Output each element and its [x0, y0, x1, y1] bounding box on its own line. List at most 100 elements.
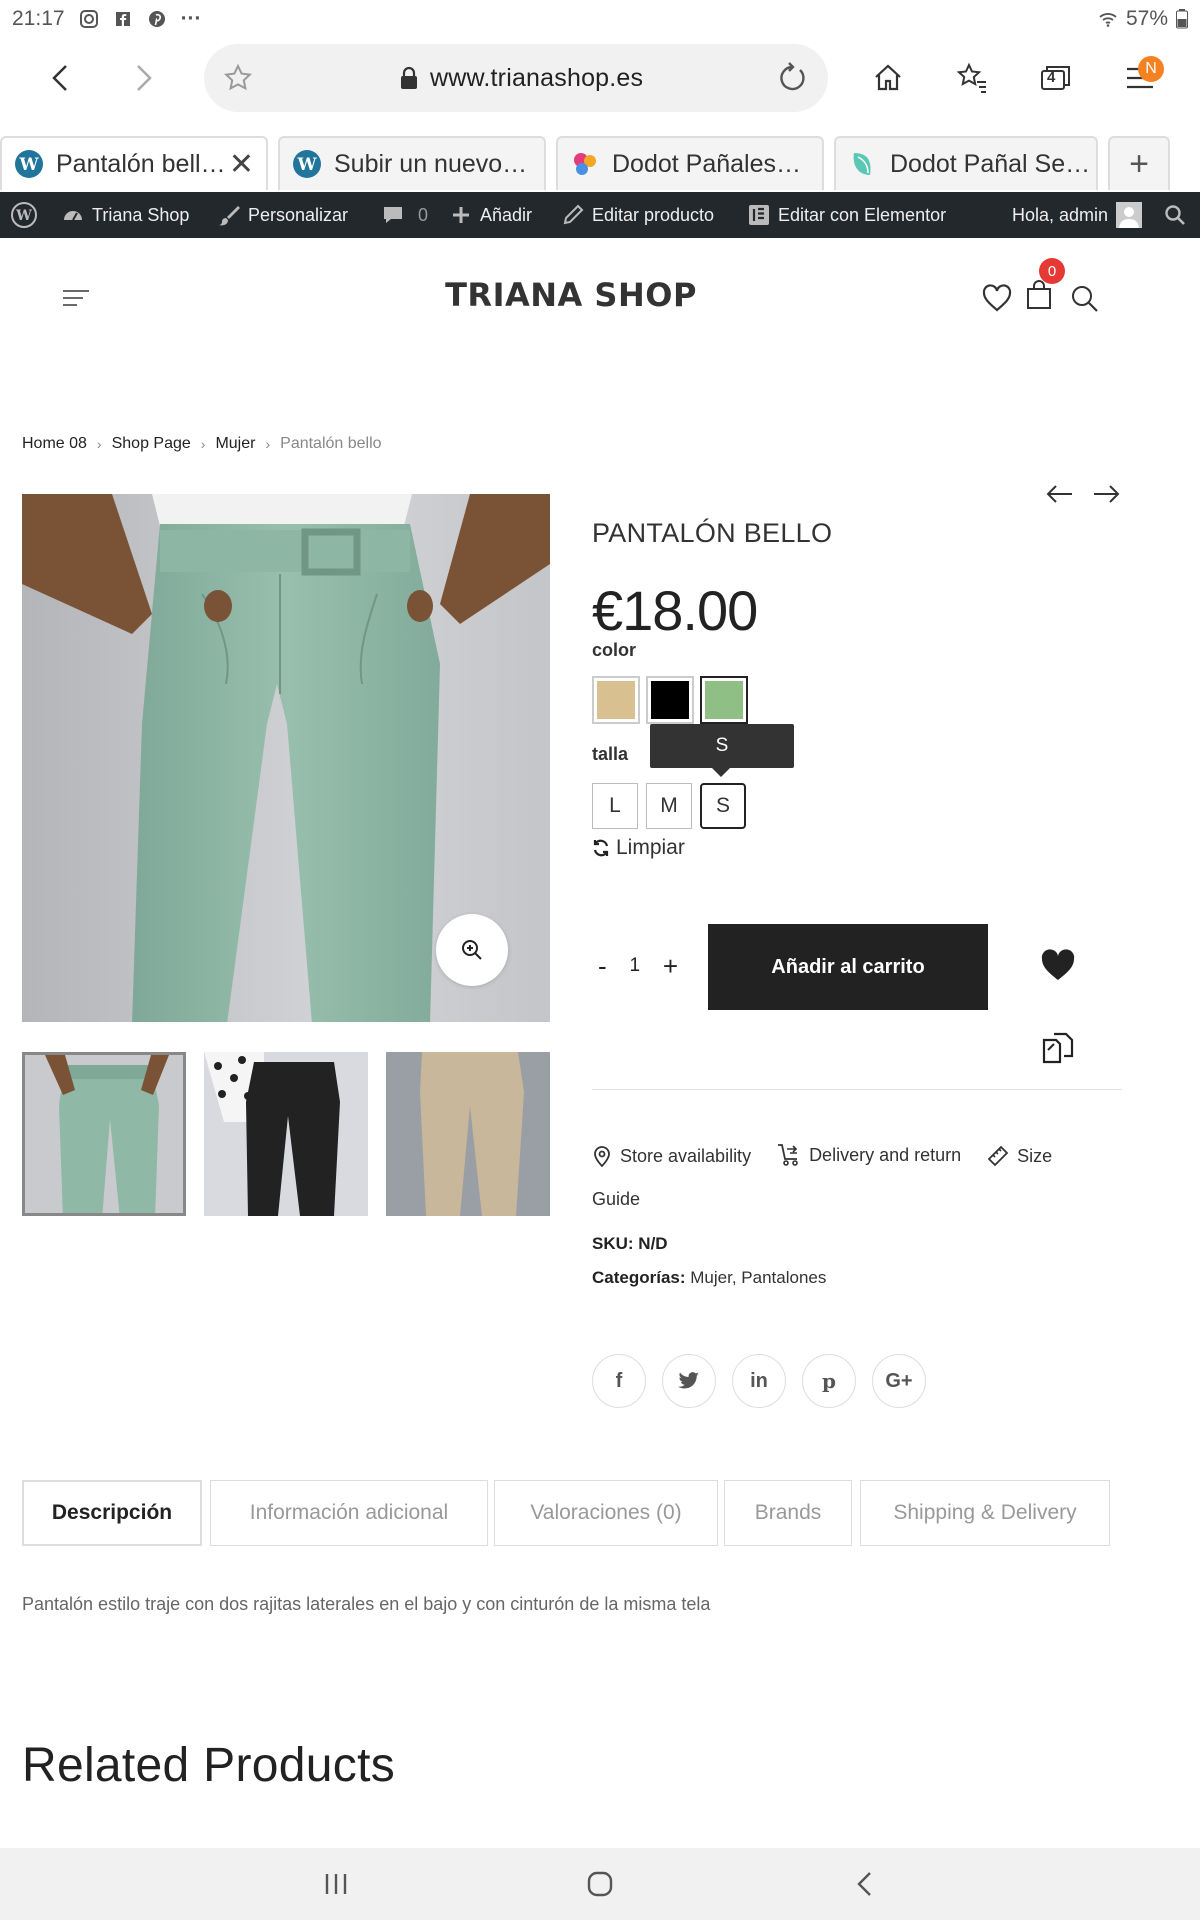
tab-additional-info[interactable]: Información adicional — [210, 1480, 488, 1546]
breadcrumb-category[interactable]: Mujer — [215, 435, 255, 453]
arrow-left-icon[interactable] — [1046, 484, 1074, 504]
close-icon[interactable]: ✕ — [229, 147, 254, 182]
wishlist-heart-filled-icon[interactable] — [1040, 948, 1076, 984]
cart-bag-icon[interactable] — [1026, 280, 1052, 310]
tab-reviews[interactable]: Valoraciones (0) — [494, 1480, 718, 1546]
breadcrumb-separator: › — [200, 436, 206, 452]
site-logo[interactable]: TRIANA SHOP — [0, 276, 1142, 314]
size-guide-link[interactable]: Size — [987, 1137, 1052, 1175]
svg-text:W: W — [18, 155, 39, 175]
tab-shipping[interactable]: Shipping & Delivery — [860, 1480, 1110, 1546]
arrow-right-icon[interactable] — [1092, 484, 1120, 504]
cart-count-badge: 0 — [1039, 258, 1065, 284]
quantity-stepper: - 1 + — [598, 944, 678, 988]
color-swatch-black[interactable] — [646, 676, 694, 724]
add-new-link[interactable]: Añadir — [450, 192, 532, 238]
battery-icon — [1176, 9, 1188, 29]
clear-selection-link[interactable]: Limpiar — [592, 836, 685, 860]
size-option-s[interactable]: S — [700, 783, 746, 829]
twitter-share-icon[interactable] — [662, 1354, 716, 1408]
product-main-image[interactable] — [22, 494, 550, 1022]
greeting-label: Hola, admin — [1012, 204, 1109, 225]
browser-tab-3[interactable]: Dodot Pañales… — [556, 136, 824, 190]
color-swatch-green[interactable] — [700, 676, 748, 724]
facebook-icon — [115, 12, 130, 26]
back-nav-button[interactable] — [844, 1864, 884, 1904]
wordpress-icon: W — [293, 150, 321, 178]
add-to-cart-button[interactable]: Añadir al carrito — [708, 924, 988, 1010]
android-navigation-bar — [0, 1848, 1200, 1920]
breadcrumb: Home 08 › Shop Page › Mujer › Pantalón b… — [22, 435, 382, 453]
facebook-share-icon[interactable]: f — [592, 1354, 646, 1408]
zoom-button[interactable] — [436, 914, 508, 986]
back-chevron-icon — [857, 1872, 871, 1896]
browser-tab-2[interactable]: W Subir un nuevo… — [278, 136, 546, 190]
swatch-fill — [651, 681, 689, 719]
breadcrumb-shop[interactable]: Shop Page — [112, 435, 191, 453]
svg-text:W: W — [15, 208, 32, 224]
breadcrumb-home[interactable]: Home 08 — [22, 435, 87, 453]
linkedin-share-icon[interactable]: in — [732, 1354, 786, 1408]
compare-icon[interactable] — [1040, 1030, 1076, 1066]
paintbrush-icon — [219, 206, 240, 226]
refresh-icon — [593, 839, 609, 857]
new-tab-button[interactable]: + — [1108, 136, 1170, 190]
tab-brands[interactable]: Brands — [724, 1480, 852, 1546]
swatch-fill — [705, 681, 743, 719]
bookmark-star-icon[interactable] — [224, 64, 252, 92]
thumbnail-black[interactable] — [204, 1052, 368, 1216]
home-button[interactable] — [866, 56, 910, 100]
size-guide-label-2[interactable]: Guide — [592, 1189, 640, 1209]
recent-apps-icon — [325, 1874, 347, 1894]
tabs-icon — [1041, 66, 1070, 90]
wp-logo-button[interactable]: W — [10, 192, 38, 238]
search-icon — [1165, 205, 1185, 225]
home-icon — [875, 64, 901, 91]
recent-apps-button[interactable] — [316, 1864, 356, 1904]
forward-button[interactable] — [122, 56, 166, 100]
pinterest-share-icon[interactable]: p — [802, 1354, 856, 1408]
qty-plus-button[interactable]: + — [663, 951, 678, 982]
status-more: ··· — [180, 7, 202, 30]
size-tooltip: S — [650, 724, 794, 777]
google-plus-share-icon[interactable]: G+ — [872, 1354, 926, 1408]
admin-site-link[interactable]: Triana Shop — [62, 192, 189, 238]
store-availability-link[interactable]: Store availability — [592, 1137, 751, 1175]
search-icon[interactable] — [1070, 284, 1100, 314]
comments-count: 0 — [418, 204, 429, 225]
sku-value: N/D — [638, 1234, 668, 1253]
thumbnail-beige[interactable] — [386, 1052, 550, 1216]
customize-link[interactable]: Personalizar — [218, 192, 348, 238]
size-option-l[interactable]: L — [592, 783, 638, 829]
tabs-button[interactable]: 4 — [1034, 56, 1078, 100]
home-nav-button[interactable] — [580, 1864, 620, 1904]
qty-value[interactable]: 1 — [629, 955, 640, 977]
browser-tab-1[interactable]: W Pantalón bell… ✕ — [0, 136, 268, 190]
thumbnail-photo-green — [25, 1055, 183, 1213]
edit-product-link[interactable]: Editar producto — [562, 192, 714, 238]
qty-minus-button[interactable]: - — [598, 951, 607, 982]
account-menu[interactable]: Hola, admin — [1012, 192, 1143, 238]
elementor-link[interactable]: Editar con Elementor — [748, 192, 946, 238]
reload-icon[interactable] — [776, 62, 808, 94]
dashboard-icon — [64, 211, 82, 221]
size-label: talla — [592, 744, 629, 764]
size-option-m[interactable]: M — [646, 783, 692, 829]
color-swatch-beige[interactable] — [592, 676, 640, 724]
delivery-return-link[interactable]: Delivery and return — [777, 1136, 961, 1174]
categories-links[interactable]: Mujer, Pantalones — [690, 1268, 826, 1287]
comments-link[interactable]: 0 — [382, 192, 428, 238]
back-button[interactable] — [38, 56, 82, 100]
thumbnail-green[interactable] — [22, 1052, 186, 1216]
lock-icon — [401, 66, 417, 89]
tab-description[interactable]: Descripción — [22, 1480, 202, 1546]
wishlist-heart-icon[interactable] — [982, 284, 1012, 312]
divider — [592, 1089, 1122, 1090]
bookmarks-button[interactable] — [950, 56, 994, 100]
address-bar[interactable]: www.trianashop.es — [204, 44, 828, 112]
admin-search-button[interactable] — [1164, 192, 1186, 238]
browser-tab-4[interactable]: Dodot Pañal Se… — [834, 136, 1098, 190]
url-text: www.trianashop.es — [430, 64, 644, 92]
status-bar: 21:17 ··· 57% — [0, 0, 1200, 38]
avatar — [1116, 202, 1143, 228]
